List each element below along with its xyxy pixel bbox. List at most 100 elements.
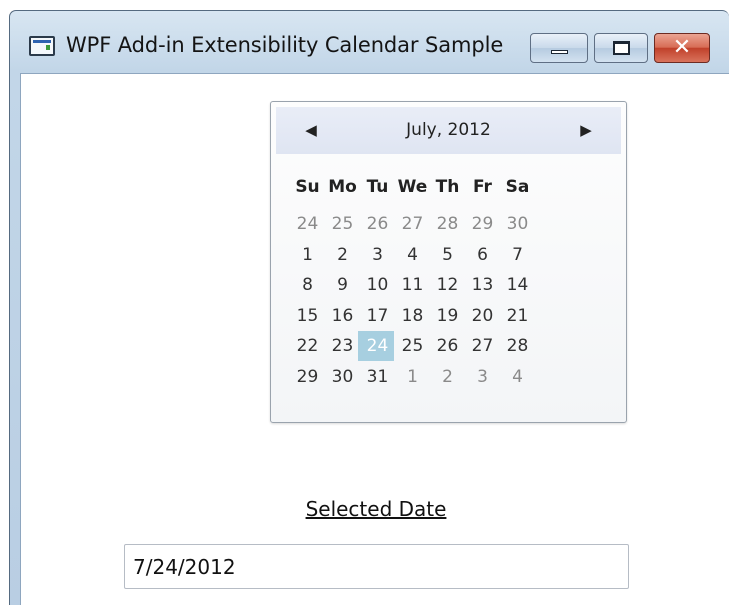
calendar-day[interactable]: 16 bbox=[325, 301, 360, 331]
selected-date-field[interactable] bbox=[124, 544, 629, 589]
calendar-day[interactable]: 21 bbox=[500, 301, 535, 331]
weekday-label: Sa bbox=[505, 177, 530, 197]
calendar-day[interactable]: 9 bbox=[325, 270, 360, 300]
selected-date-label: Selected Date bbox=[305, 497, 447, 521]
calendar-day[interactable]: 11 bbox=[395, 270, 430, 300]
calendar-day[interactable]: 1 bbox=[290, 240, 325, 270]
app-icon[interactable] bbox=[29, 36, 55, 56]
calendar-day[interactable]: 28 bbox=[500, 331, 535, 361]
calendar-day[interactable]: 14 bbox=[500, 270, 535, 300]
calendar[interactable]: ◀ July, 2012 ▶ Su Mo Tu We Th Fr Sa 24 25… bbox=[270, 101, 627, 423]
day-number: 24 bbox=[366, 336, 389, 356]
calendar-day[interactable]: 30 bbox=[325, 362, 360, 392]
day-number: 20 bbox=[471, 305, 494, 326]
minimize-button[interactable] bbox=[530, 33, 588, 63]
calendar-day[interactable]: 23 bbox=[325, 331, 360, 361]
calendar-day[interactable]: 1 bbox=[395, 362, 430, 392]
close-button[interactable]: ✕ bbox=[654, 33, 710, 63]
day-number: 14 bbox=[506, 275, 529, 295]
calendar-day[interactable]: 3 bbox=[360, 240, 395, 270]
calendar-day[interactable]: 2 bbox=[325, 240, 360, 270]
client-area: ◀ July, 2012 ▶ Su Mo Tu We Th Fr Sa 24 25… bbox=[20, 73, 729, 605]
calendar-day[interactable]: 18 bbox=[395, 301, 430, 331]
calendar-day[interactable]: 8 bbox=[290, 270, 325, 300]
calendar-week-row: 22 23 24 25 26 27 28 bbox=[290, 331, 535, 361]
day-number: 17 bbox=[366, 305, 389, 326]
day-number: 28 bbox=[436, 214, 459, 234]
calendar-day[interactable]: 2 bbox=[430, 362, 465, 392]
calendar-day[interactable]: 31 bbox=[360, 362, 395, 392]
calendar-day[interactable]: 7 bbox=[500, 240, 535, 270]
day-number: 25 bbox=[331, 214, 354, 234]
next-month-button[interactable]: ▶ bbox=[571, 107, 601, 154]
day-number: 30 bbox=[506, 214, 529, 234]
day-number: 15 bbox=[296, 305, 319, 326]
maximize-button[interactable] bbox=[594, 33, 648, 63]
close-icon: ✕ bbox=[672, 35, 692, 60]
arrow-right-icon: ▶ bbox=[580, 121, 592, 139]
weekday-label: Mo bbox=[328, 177, 357, 197]
calendar-week-row: 1 2 3 4 5 6 7 bbox=[290, 240, 535, 270]
calendar-day[interactable]: 25 bbox=[325, 209, 360, 239]
calendar-day[interactable]: 19 bbox=[430, 301, 465, 331]
calendar-day[interactable]: 4 bbox=[395, 240, 430, 270]
calendar-day[interactable]: 10 bbox=[360, 270, 395, 300]
calendar-week-row: 15 16 17 18 19 20 21 bbox=[290, 301, 535, 331]
day-number: 23 bbox=[331, 336, 354, 356]
calendar-day[interactable]: 3 bbox=[465, 362, 500, 392]
weekday-label: Fr bbox=[473, 177, 492, 197]
day-number: 11 bbox=[401, 275, 424, 295]
calendar-day[interactable]: 15 bbox=[290, 301, 325, 331]
calendar-day-selected[interactable]: 24 bbox=[358, 331, 395, 361]
calendar-day[interactable]: 26 bbox=[430, 331, 465, 361]
day-number: 1 bbox=[302, 244, 313, 265]
title-bar[interactable]: WPF Add-in Extensibility Calendar Sample… bbox=[10, 11, 729, 81]
calendar-day[interactable]: 30 bbox=[500, 209, 535, 239]
calendar-day[interactable]: 12 bbox=[430, 270, 465, 300]
day-number: 5 bbox=[442, 244, 453, 265]
day-number: 27 bbox=[471, 336, 494, 356]
app-window: WPF Add-in Extensibility Calendar Sample… bbox=[9, 10, 729, 605]
calendar-day[interactable]: 22 bbox=[290, 331, 325, 361]
calendar-day[interactable]: 27 bbox=[465, 331, 500, 361]
calendar-day[interactable]: 27 bbox=[395, 209, 430, 239]
calendar-week-row: 8 9 10 11 12 13 14 bbox=[290, 270, 535, 300]
calendar-day[interactable]: 29 bbox=[465, 209, 500, 239]
window-title: WPF Add-in Extensibility Calendar Sample bbox=[66, 33, 504, 57]
calendar-day[interactable]: 13 bbox=[465, 270, 500, 300]
day-number: 9 bbox=[337, 275, 348, 295]
day-number: 2 bbox=[442, 366, 453, 387]
day-number: 26 bbox=[366, 214, 389, 234]
day-number: 21 bbox=[506, 305, 529, 326]
calendar-day[interactable]: 26 bbox=[360, 209, 395, 239]
day-number: 2 bbox=[337, 244, 348, 265]
day-number: 28 bbox=[506, 336, 529, 356]
calendar-day[interactable]: 25 bbox=[395, 331, 430, 361]
calendar-day[interactable]: 5 bbox=[430, 240, 465, 270]
calendar-day[interactable]: 24 bbox=[290, 209, 325, 239]
day-number: 4 bbox=[407, 244, 418, 265]
day-number: 25 bbox=[401, 336, 424, 356]
day-number: 13 bbox=[471, 275, 494, 295]
calendar-day[interactable]: 4 bbox=[500, 362, 535, 392]
weekday-label: Tu bbox=[366, 177, 389, 197]
day-number: 6 bbox=[477, 244, 488, 265]
day-number: 4 bbox=[512, 366, 523, 387]
month-title[interactable]: July, 2012 bbox=[276, 107, 621, 154]
day-number: 3 bbox=[372, 244, 383, 265]
day-number: 3 bbox=[477, 366, 488, 387]
day-number: 19 bbox=[436, 305, 459, 326]
calendar-day[interactable]: 6 bbox=[465, 240, 500, 270]
calendar-day[interactable]: 29 bbox=[290, 362, 325, 392]
weekday-label: We bbox=[397, 177, 428, 197]
day-number: 8 bbox=[302, 275, 313, 295]
calendar-day[interactable]: 20 bbox=[465, 301, 500, 331]
calendar-day[interactable]: 17 bbox=[360, 301, 395, 331]
maximize-icon bbox=[613, 41, 630, 55]
day-number: 10 bbox=[366, 275, 389, 295]
weekday-header-row: Su Mo Tu We Th Fr Sa bbox=[290, 172, 535, 202]
calendar-day[interactable]: 28 bbox=[430, 209, 465, 239]
day-number: 29 bbox=[296, 366, 319, 387]
day-number: 24 bbox=[296, 214, 319, 234]
day-number: 1 bbox=[407, 366, 418, 387]
